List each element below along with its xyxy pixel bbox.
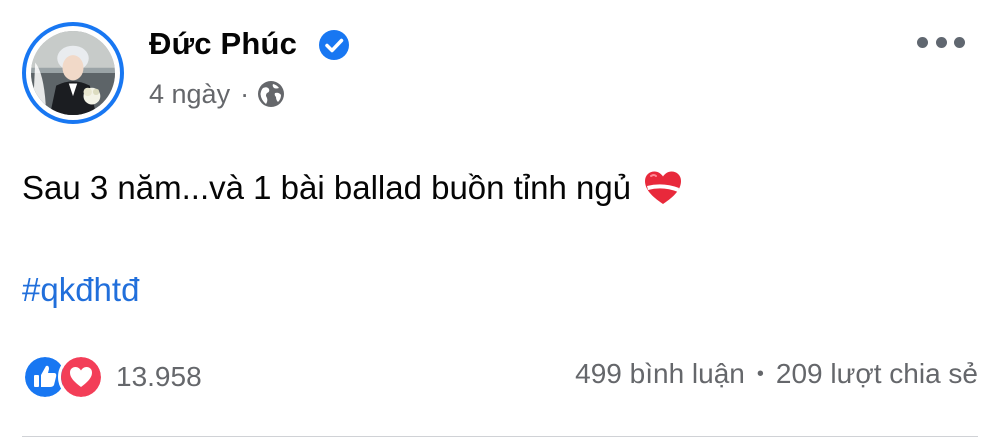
divider [22,436,978,437]
more-dot-icon [954,36,965,48]
meta-separator: · [240,79,250,109]
post-text: Sau 3 năm...và 1 bài ballad buồn tỉnh ng… [22,168,683,208]
stats-separator: • [756,363,764,385]
post-text-content: Sau 3 năm...và 1 bài ballad buồn tỉnh ng… [22,169,632,206]
mending-heart-emoji [645,171,682,204]
author-name[interactable]: Đức Phúc [149,26,297,62]
reaction-count: 13.958 [116,361,202,392]
comments-count[interactable]: 499 bình luận [575,356,745,392]
post-time[interactable]: 4 ngày [149,78,230,110]
more-dot-icon [935,36,947,48]
engagement-stats: 499 bình luận • 209 lượt chia sẻ [575,356,978,392]
reactions-summary[interactable]: 13.958 [22,354,202,400]
post-meta: 4 ngày · [149,78,285,110]
story-ring[interactable] [22,22,124,124]
avatar[interactable] [31,31,115,115]
facebook-post: Đức Phúc 4 ngày · Sau 3 năm...và 1 bài b… [0,0,1000,443]
globe-icon[interactable] [257,80,285,108]
more-dot-icon [917,36,928,48]
verified-badge-icon [319,30,349,60]
more-options-button[interactable] [917,32,965,52]
shares-count[interactable]: 209 lượt chia sẻ [776,356,978,392]
love-reaction-icon [58,354,104,400]
hashtag-link[interactable]: #qkđhtđ [22,270,139,310]
